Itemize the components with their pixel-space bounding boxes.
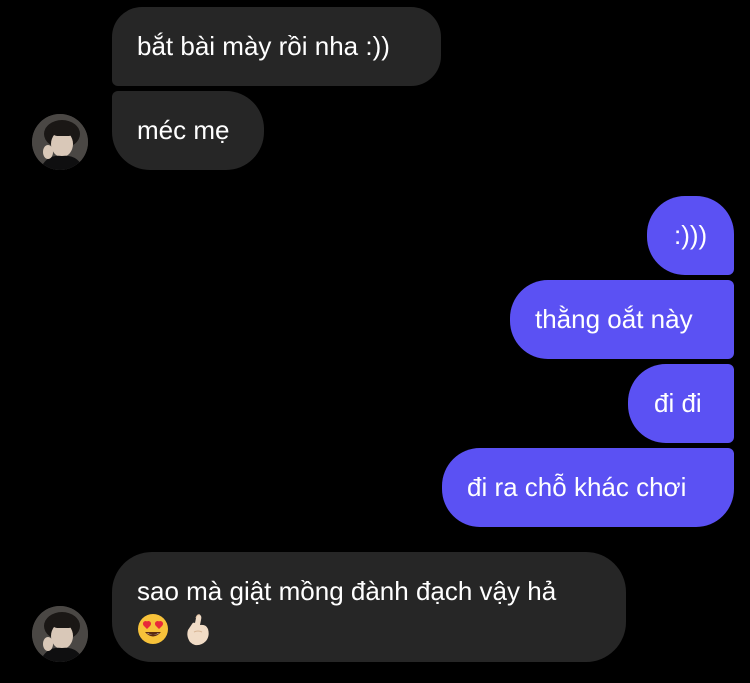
contact-avatar[interactable] <box>32 114 88 170</box>
message-text: :))) <box>674 220 708 250</box>
incoming-message-bubble[interactable]: sao mà giật mồng đành đạch vậy hả <box>112 552 626 662</box>
incoming-message-bubble[interactable]: bắt bài mày rồi nha :)) <box>112 7 441 86</box>
outgoing-message-bubble[interactable]: :))) <box>647 196 734 275</box>
outgoing-message-bubble[interactable]: đi đi <box>628 364 734 443</box>
outgoing-message-bubble[interactable]: đi ra chỗ khác chơi <box>442 448 734 527</box>
outgoing-message-bubble[interactable]: thằng oắt này <box>510 280 734 359</box>
message-text: bắt bài mày rồi nha :)) <box>137 31 390 61</box>
hand-gesture-emoji-icon <box>184 612 212 656</box>
message-text: đi đi <box>654 388 702 418</box>
emoji-row <box>137 612 626 648</box>
message-text: thằng oắt này <box>535 304 693 334</box>
avatar-photo-icon <box>32 114 88 170</box>
avatar-photo-icon <box>32 606 88 662</box>
message-text: đi ra chỗ khác chơi <box>467 472 687 502</box>
contact-avatar[interactable] <box>32 606 88 662</box>
heart-eyes-emoji-icon <box>137 613 169 655</box>
message-text: méc mẹ <box>137 115 230 145</box>
message-text: sao mà giật mồng đành đạch vậy hả <box>137 576 557 606</box>
incoming-message-bubble[interactable]: méc mẹ <box>112 91 264 170</box>
